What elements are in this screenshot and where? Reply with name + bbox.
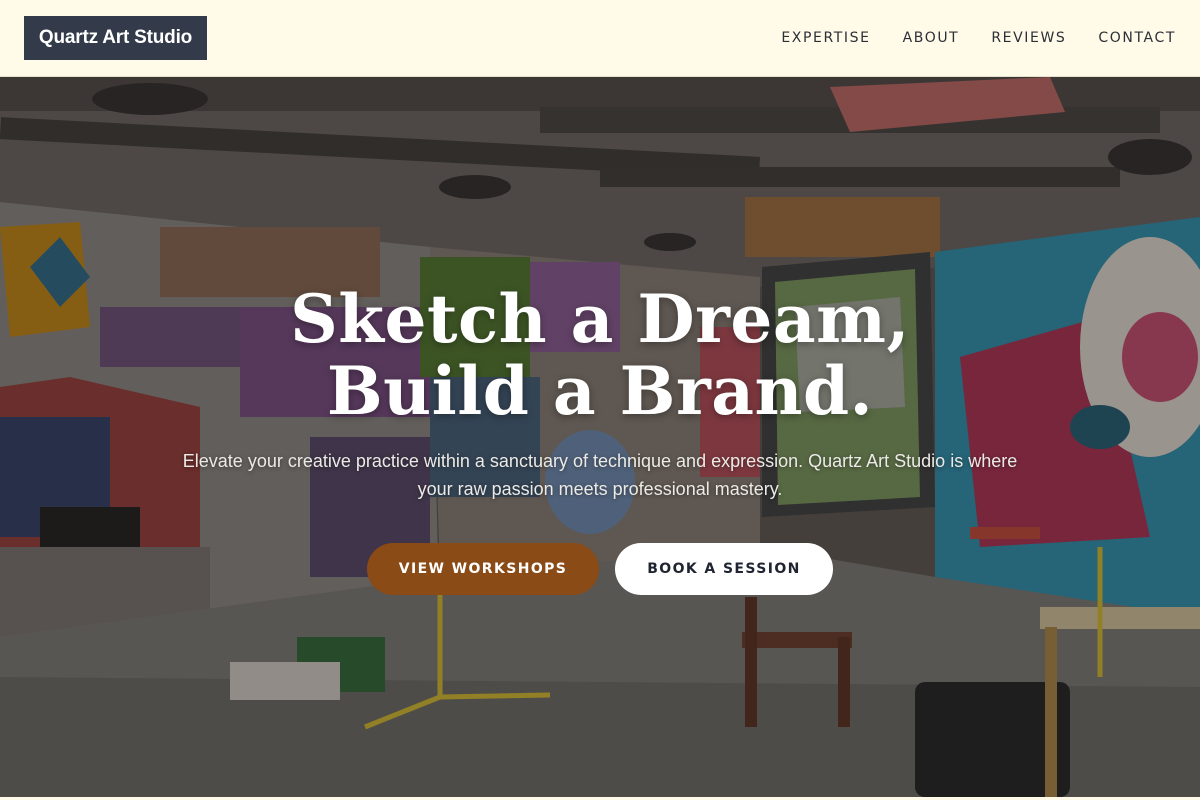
- hero-headline-line-2: Build a Brand.: [326, 352, 874, 430]
- hero-headline-line-1: Sketch a Dream,: [290, 280, 910, 358]
- hero-section: Sketch a Dream, Build a Brand. Elevate y…: [0, 77, 1200, 797]
- hero-subtext: Elevate your creative practice within a …: [182, 451, 1018, 499]
- hero-headline: Sketch a Dream, Build a Brand.: [0, 283, 1200, 427]
- nav-link-contact[interactable]: CONTACT: [1098, 27, 1176, 49]
- brand-logo[interactable]: Quartz Art Studio: [24, 16, 207, 60]
- nav-link-about[interactable]: ABOUT: [903, 27, 960, 49]
- main-nav: EXPERTISE ABOUT REVIEWS CONTACT: [781, 27, 1176, 49]
- nav-link-expertise[interactable]: EXPERTISE: [781, 27, 870, 49]
- hero-overlay: [0, 77, 1200, 797]
- view-workshops-button[interactable]: VIEW WORKSHOPS: [367, 543, 599, 595]
- site-header: Quartz Art Studio EXPERTISE ABOUT REVIEW…: [0, 0, 1200, 77]
- nav-link-reviews[interactable]: REVIEWS: [991, 27, 1066, 49]
- book-session-button[interactable]: BOOK A SESSION: [615, 543, 833, 595]
